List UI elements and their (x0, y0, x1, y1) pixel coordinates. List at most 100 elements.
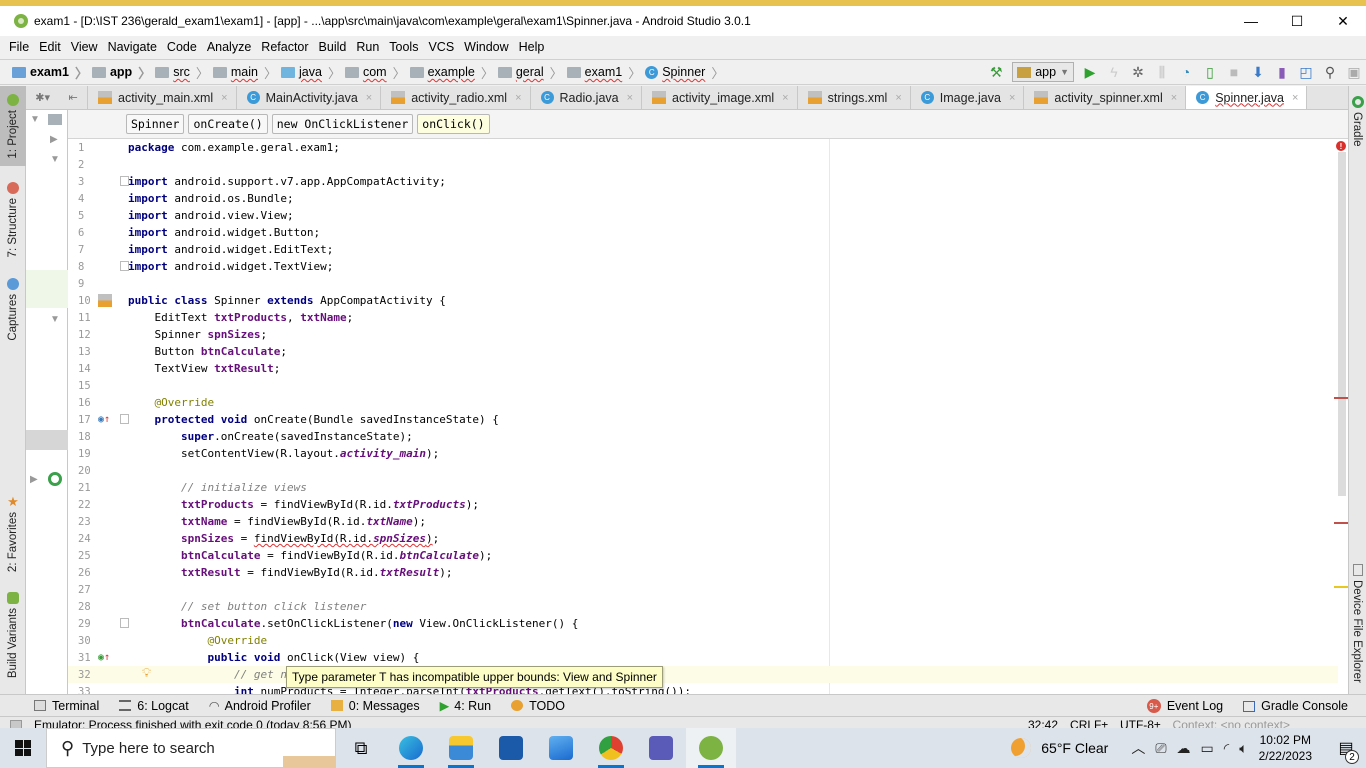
settings-gear-icon[interactable]: ✱▾ (35, 91, 50, 104)
tool-tab-android-profiler[interactable]: ◠ Android Profiler (209, 698, 311, 714)
error-stripe-marker[interactable] (1334, 522, 1348, 524)
menu-refactor[interactable]: Refactor (256, 40, 313, 54)
tool-tab-terminal[interactable]: Terminal (34, 699, 99, 713)
breadcrumb-src[interactable]: src 〉 (155, 63, 209, 82)
weather-widget[interactable]: 65°F Clear (1011, 738, 1108, 758)
menu-analyze[interactable]: Analyze (202, 40, 256, 54)
override-method-icon[interactable]: ◉↑ (98, 414, 110, 425)
code-editor[interactable]: Spinner onCreate() new OnClickListener o… (68, 110, 1348, 698)
sync-project-icon[interactable]: ▯ (1198, 61, 1222, 83)
tab-close-icon[interactable]: × (366, 92, 372, 104)
menu-build[interactable]: Build (314, 40, 352, 54)
avd-manager-icon[interactable]: ▮ (1270, 61, 1294, 83)
code-line[interactable]: 14 TextView txtResult; (68, 360, 1338, 377)
line-separator[interactable]: CRLF± (1070, 718, 1108, 728)
notification-center-button[interactable]: ▤ 2 (1326, 738, 1366, 764)
tab-close-icon[interactable]: × (1171, 92, 1177, 104)
user-icon[interactable]: ▣ (1342, 61, 1366, 83)
tab-strings-xml[interactable]: strings.xml × (798, 86, 911, 109)
fold-marker-icon[interactable] (120, 261, 129, 271)
taskbar-microsoft-store[interactable] (486, 728, 536, 768)
taskbar-search-box[interactable]: ⚲ Type here to search (46, 728, 336, 768)
sdk-manager-icon[interactable]: ⬇ (1246, 61, 1270, 83)
code-line[interactable]: 22 txtProducts = findViewById(R.id.txtPr… (68, 496, 1338, 513)
code-crumb-onclick[interactable]: onClick() (417, 114, 490, 134)
tab-close-icon[interactable]: × (627, 92, 633, 104)
tool-tab-gradle-console[interactable]: Gradle Console (1243, 699, 1348, 713)
tab-activity-radio-xml[interactable]: activity_radio.xml × (381, 86, 531, 109)
error-indicator-icon[interactable]: ! (1336, 141, 1346, 151)
code-line[interactable]: 15 (68, 377, 1338, 394)
run-icon[interactable]: ▶ (1078, 61, 1102, 83)
volume-icon[interactable]: 🔈︎ (1239, 740, 1247, 757)
tab-spinner-java[interactable]: C Spinner.java × (1186, 86, 1308, 109)
maximize-button[interactable]: ☐ (1274, 6, 1320, 36)
task-view-button[interactable]: ⧉ (336, 728, 386, 768)
tool-tab-event-log[interactable]: 9+ Event Log (1146, 699, 1223, 713)
menu-navigate[interactable]: Navigate (103, 40, 162, 54)
breadcrumb-app[interactable]: app 〉 (91, 63, 151, 82)
code-line[interactable]: 23 txtName = findViewById(R.id.txtName); (68, 513, 1338, 530)
taskbar-android-studio[interactable] (686, 728, 736, 768)
code-line[interactable]: 2 (68, 156, 1338, 173)
code-line[interactable]: 7 import android.widget.EditText; (68, 241, 1338, 258)
tab-close-icon[interactable]: × (515, 92, 521, 104)
implement-method-icon[interactable]: ◉↑ (98, 652, 110, 663)
expand-arrow-icon[interactable]: ▼ (30, 114, 40, 125)
code-line[interactable]: 19 setContentView(R.layout.activity_main… (68, 445, 1338, 462)
status-toggle-icon[interactable] (10, 720, 22, 728)
code-line[interactable]: 31 ◉↑ public void onClick(View view) { (68, 649, 1338, 666)
wifi-icon[interactable]: ◜ (1224, 740, 1229, 757)
code-line[interactable]: 26 txtResult = findViewById(R.id.txtResu… (68, 564, 1338, 581)
attach-debugger-icon[interactable]: ⫼ (1150, 61, 1174, 83)
code-line[interactable]: 5 import android.view.View; (68, 207, 1338, 224)
fold-marker-icon[interactable] (120, 618, 129, 628)
code-line[interactable]: 21 // initialize views (68, 479, 1338, 496)
tab-close-icon[interactable]: × (1009, 92, 1015, 104)
taskbar-mail[interactable] (536, 728, 586, 768)
menu-code[interactable]: Code (162, 40, 202, 54)
breadcrumb-java[interactable]: java 〉 (281, 63, 341, 82)
code-line[interactable]: 8 import android.widget.TextView; (68, 258, 1338, 275)
menu-tools[interactable]: Tools (384, 40, 423, 54)
menu-edit[interactable]: Edit (34, 40, 66, 54)
code-line[interactable]: 3 import android.support.v7.app.AppCompat… (68, 173, 1338, 190)
code-line[interactable]: 32💡︎ // get number of products (68, 666, 1338, 683)
code-line[interactable]: 18 super.onCreate(savedInstanceState); (68, 428, 1338, 445)
tool-window-structure[interactable]: 7: Structure (0, 178, 26, 262)
tab-mainactivity-java[interactable]: C MainActivity.java × (237, 86, 382, 109)
expand-arrow-icon[interactable]: ▼ (50, 154, 60, 165)
code-line[interactable]: 28 // set button click listener (68, 598, 1338, 615)
taskbar-edge[interactable] (386, 728, 436, 768)
tab-activity-image-xml[interactable]: activity_image.xml × (642, 86, 798, 109)
tool-tab-run[interactable]: ▶ 4: Run (440, 698, 491, 714)
clock[interactable]: 10:02 PM 2/22/2023 (1259, 732, 1312, 764)
make-project-hammer-icon[interactable]: ⚒ (984, 61, 1008, 83)
breadcrumb-spinner[interactable]: C Spinner 〉 (645, 63, 724, 82)
menu-vcs[interactable]: VCS (423, 40, 459, 54)
caret-position[interactable]: 32:42 (1028, 718, 1058, 728)
tool-tab-todo[interactable]: TODO (511, 699, 565, 713)
tool-window-gradle[interactable]: Gradle (1351, 112, 1363, 147)
taskbar-chrome[interactable] (586, 728, 636, 768)
tool-window-build-variants[interactable]: Build Variants (0, 586, 26, 684)
code-line[interactable]: 11 EditText txtProducts, txtName; (68, 309, 1338, 326)
expand-arrow-icon[interactable]: ▼ (50, 314, 60, 325)
breadcrumb-com[interactable]: com 〉 (344, 63, 406, 82)
code-line[interactable]: 24 spnSizes = findViewById(R.id.spnSizes… (68, 530, 1338, 547)
menu-file[interactable]: File (4, 40, 34, 54)
code-area[interactable]: 1 package com.example.geral.exam1; 2 3 impor… (68, 139, 1338, 700)
apply-changes-icon[interactable]: ϟ (1102, 61, 1126, 83)
fold-marker-icon[interactable] (120, 176, 129, 186)
breadcrumb-example[interactable]: example 〉 (409, 63, 494, 82)
code-line[interactable]: 4 import android.os.Bundle; (68, 190, 1338, 207)
tab-radio-java[interactable]: C Radio.java × (531, 86, 643, 109)
stop-icon[interactable]: ■ (1222, 61, 1246, 83)
code-line[interactable]: 25 btnCalculate = findViewById(R.id.btnC… (68, 547, 1338, 564)
project-structure-icon[interactable]: ◰ (1294, 61, 1318, 83)
code-line[interactable]: 29 btnCalculate.setOnClickListener(new V… (68, 615, 1338, 632)
collapse-arrow-icon[interactable]: ▶ (30, 474, 38, 485)
code-line[interactable]: 1 package com.example.geral.exam1; (68, 139, 1338, 156)
code-crumb-class[interactable]: Spinner (126, 114, 185, 134)
code-line[interactable]: 10 public class Spinner extends AppCompat… (68, 292, 1338, 309)
